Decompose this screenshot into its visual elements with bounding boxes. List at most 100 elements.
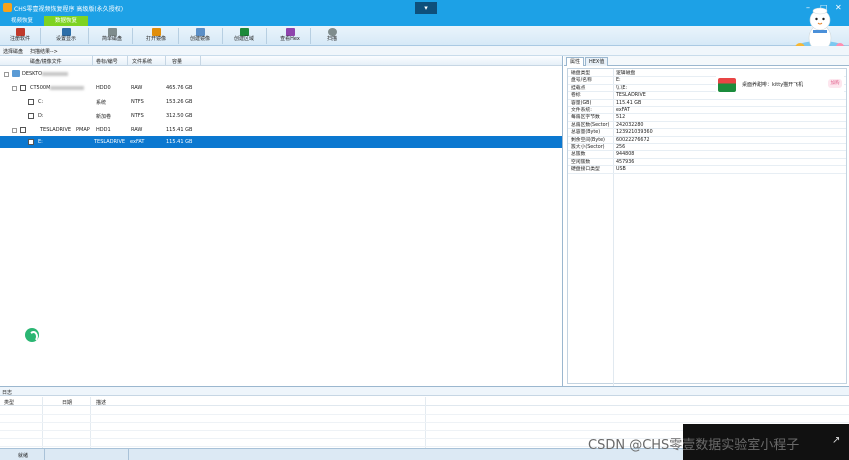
create-region-icon <box>239 28 249 36</box>
property-value: 457936 <box>616 159 635 165</box>
disk-name: TESLADRIVE <box>40 127 72 133</box>
property-key: 簇大小(Sector) <box>571 145 605 150</box>
property-row[interactable]: 簇大小(Sector) 256 <box>568 144 846 152</box>
table-row-selected[interactable]: E: TESLADRIVE exFAT 115.41 GB <box>0 136 562 148</box>
property-key: 文件系统: <box>571 108 592 113</box>
property-row[interactable]: 容量(GB) 115.41 GB <box>568 100 846 107</box>
property-row[interactable]: 文件系统: exFAT <box>568 107 846 115</box>
property-row[interactable]: 硬盘接口类型 USB <box>568 166 846 174</box>
row-checkbox[interactable] <box>28 113 34 119</box>
create-image-button[interactable]: 创建镜像 <box>182 27 218 45</box>
hex-icon <box>285 28 295 36</box>
view-hex-button[interactable]: 查看Hex <box>272 27 308 45</box>
tab-hex-values[interactable]: HEX值 <box>585 57 609 66</box>
col-disk[interactable]: 磁盘/镜像文件 <box>30 58 62 65</box>
tab-data-recovery[interactable]: 数据恢复 <box>44 16 88 26</box>
create-region-button[interactable]: 创建区域 <box>226 27 262 45</box>
register-button[interactable]: 注册软件 <box>2 27 38 45</box>
properties-grid: 磁盘类型 逻辑磁盘 盘号/名称 E: 挂载点 \\.\E: 卷标 TESLADRIVE 容量(G… <box>567 68 847 399</box>
tab-properties[interactable]: 属性 <box>566 57 585 66</box>
disk-label: 系统 <box>96 100 107 106</box>
log-title: 日志 <box>2 390 13 396</box>
create-region-label: 创建区域 <box>233 36 254 42</box>
property-value: 512 <box>616 115 626 121</box>
disk-filesystem: RAW <box>131 127 143 133</box>
toolbar: 注册软件 设置显示 简单磁盘 打开镜像 创建镜像 创建区域 查看Hex 扫描 <box>0 26 849 46</box>
promo-thumbnail-icon <box>718 78 736 92</box>
expand-toggle[interactable] <box>12 128 17 133</box>
register-label: 注册软件 <box>9 36 30 42</box>
collapse-toolbar-button[interactable]: ▾ <box>415 2 437 14</box>
loading-spinner-icon <box>25 328 39 342</box>
disk-icon <box>107 28 117 36</box>
promo-notification[interactable]: 桌面养甜啡：kitty猫开飞机 加购 <box>716 76 844 94</box>
toolbar-divider <box>266 28 267 44</box>
disk-filesystem: exFAT <box>130 139 145 145</box>
toolbar-divider <box>178 28 179 44</box>
property-value: 123921039360 <box>616 130 653 136</box>
table-row[interactable]: C: 系统 NTFS 153.26 GB <box>0 96 562 108</box>
create-image-icon <box>195 28 205 36</box>
disk-list-panel: 磁盘/镜像文件 卷标/编号 文件系统 容量 DESKTO CT500M HDD0… <box>0 56 563 386</box>
property-key: 总容量(Byte) <box>571 130 601 136</box>
col-label[interactable]: 卷标/编号 <box>96 58 118 65</box>
disk-filesystem: NTFS <box>131 113 144 119</box>
toolbar-divider <box>88 28 89 44</box>
disk-label: TESLADRIVE <box>94 139 126 145</box>
col-filesystem[interactable]: 文件系统 <box>132 58 152 65</box>
display-settings-button[interactable]: 设置显示 <box>48 27 84 45</box>
disk-table-header: 磁盘/镜像文件 卷标/编号 文件系统 容量 <box>0 56 562 66</box>
open-image-button[interactable]: 打开镜像 <box>138 27 174 45</box>
open-image-label: 打开镜像 <box>145 36 166 42</box>
property-row[interactable]: 空闲簇数 457936 <box>568 159 846 167</box>
tab-video-recovery[interactable]: 视频恢复 <box>0 16 44 26</box>
property-value: 256 <box>616 145 626 150</box>
col-size[interactable]: 容量 <box>172 58 182 65</box>
expand-toggle[interactable] <box>12 86 17 91</box>
title-bar: CHS零壹视频恢复程序 高级版(永久授权) ▾ – □ ✕ <box>0 0 849 16</box>
property-key: 磁盘类型 <box>571 71 591 76</box>
register-icon <box>15 28 25 36</box>
row-checkbox[interactable] <box>20 85 26 91</box>
row-checkbox[interactable] <box>28 99 34 105</box>
property-row[interactable]: 剩余空间(Byte) 60022276672 <box>568 137 846 144</box>
property-key: 总扇区数(Sector) <box>571 122 610 128</box>
property-key: 容量(GB) <box>571 100 592 106</box>
log-col-type[interactable]: 类型 <box>4 399 14 406</box>
property-value: E: <box>616 78 621 84</box>
table-row[interactable]: D: 新加卷 NTFS 312.50 GB <box>0 110 562 122</box>
arrow-icon: ↗ <box>832 435 841 446</box>
property-key: 每扇区字节数 <box>571 115 600 121</box>
table-row[interactable]: TESLADRIVE PMAP HDD1 RAW 115.41 GB <box>0 124 562 136</box>
disk-name: DESKTO <box>22 71 43 77</box>
disk-filesystem: RAW <box>131 85 143 91</box>
table-row[interactable]: CT500M HDD0 RAW 465.76 GB <box>0 82 562 94</box>
disk-size: 465.76 GB <box>166 85 193 91</box>
log-col-description[interactable]: 描述 <box>96 399 106 406</box>
expand-toggle[interactable] <box>4 72 9 77</box>
property-value: TESLADRIVE <box>616 93 646 99</box>
property-key: 总簇数 <box>571 152 586 158</box>
window-title: CHS零壹视频恢复程序 高级版(永久授权) <box>14 6 124 13</box>
property-row[interactable]: 总扇区数(Sector) 242032280 <box>568 122 846 130</box>
log-col-date[interactable]: 日期 <box>62 399 72 406</box>
table-row[interactable]: DESKTO <box>0 68 562 80</box>
property-key: 挂载点 <box>571 85 586 91</box>
property-row[interactable]: 每扇区字节数 512 <box>568 114 846 122</box>
row-checkbox[interactable] <box>20 127 26 133</box>
promo-add-button[interactable]: 加购 <box>828 79 842 88</box>
disk-filesystem: NTFS <box>131 99 144 105</box>
row-checkbox[interactable] <box>28 139 34 145</box>
property-row[interactable]: 总容量(Byte) 123921039360 <box>568 129 846 137</box>
scan-button[interactable]: 扫描 <box>314 27 350 45</box>
log-title-bar: 日志 <box>0 387 849 396</box>
disk-name: D: <box>38 113 44 119</box>
breadcrumb-scan-results[interactable]: 扫描结果--> <box>30 48 58 55</box>
disk-name: C: <box>38 99 44 105</box>
redacted-text <box>50 86 84 90</box>
status-divider <box>128 449 129 460</box>
breadcrumb-select-disk[interactable]: 选择磁盘 <box>3 48 23 55</box>
property-row[interactable]: 总簇数 944808 <box>568 151 846 159</box>
simple-disk-button[interactable]: 简单磁盘 <box>94 27 130 45</box>
log-row <box>0 407 849 415</box>
